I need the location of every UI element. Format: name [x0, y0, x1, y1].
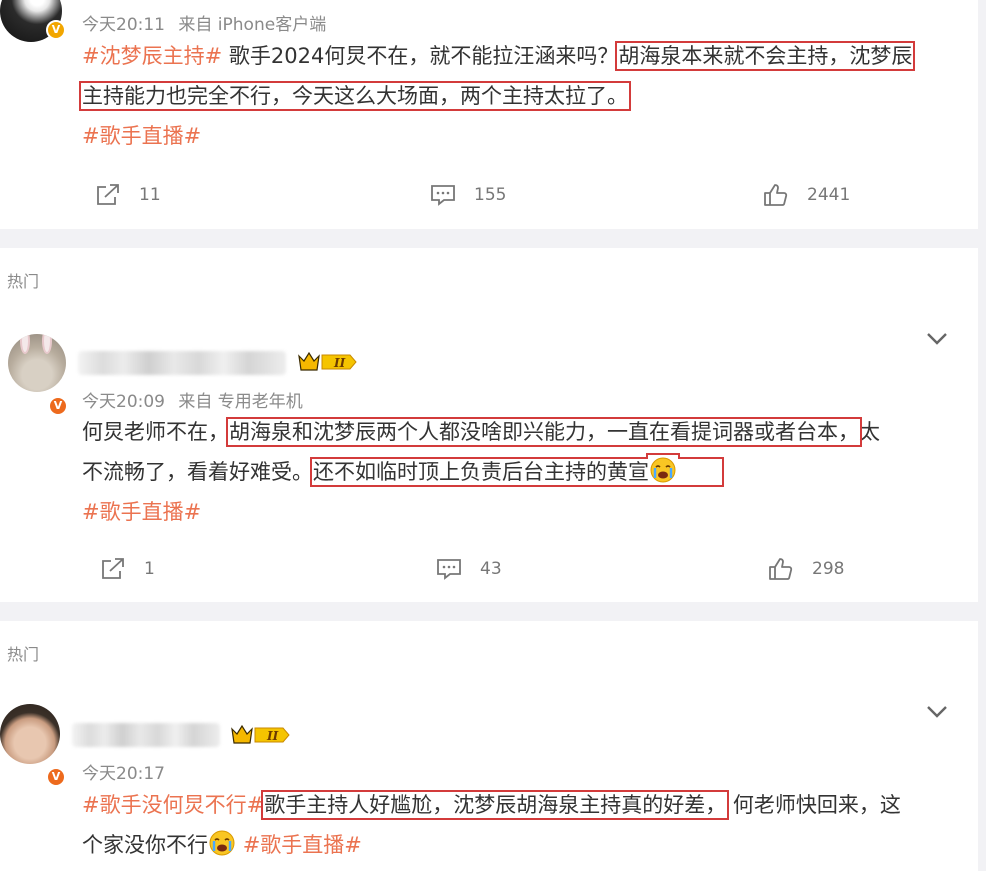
crown-icon: II — [231, 724, 290, 744]
comment-button[interactable]: 155 — [430, 183, 506, 207]
sob-emoji — [209, 830, 235, 856]
comment-text-segment: 个家没你不行 — [82, 833, 208, 857]
comment-count: 43 — [480, 559, 502, 579]
avatar[interactable] — [8, 334, 66, 392]
username-blurred[interactable] — [72, 723, 220, 747]
sob-emoji — [650, 457, 676, 483]
highlight-box: 胡海泉和沈梦辰两个人都没啥即兴能力，一直在看提词器或者台本， — [226, 417, 862, 447]
repost-button[interactable]: 11 — [95, 183, 161, 207]
comment-count: 155 — [474, 185, 507, 205]
timestamp: 今天20:09 — [82, 392, 165, 412]
comment-icon — [431, 185, 455, 206]
like-button[interactable]: 298 — [768, 557, 844, 581]
topic-link[interactable]: #沈梦辰主持# — [82, 44, 222, 68]
comment-meta: 今天20:09 来自 专用老年机 — [82, 387, 303, 412]
highlight-box: 胡海泉本来就不会主持，沈梦辰 — [615, 41, 916, 71]
repost-count: 1 — [144, 559, 155, 579]
topic-link[interactable]: #歌手直播# — [243, 833, 362, 857]
verified-badge: V — [46, 20, 66, 40]
like-count: 2441 — [807, 185, 851, 205]
comment-card: V 今天20:11 来自 iPhone客户端 #沈梦辰主持# 歌手2024何炅不… — [0, 0, 978, 229]
comment-text: #歌手没何炅不行#歌手主持人好尴尬，沈梦辰胡海泉主持真的好差， 何老师快回来，这… — [82, 785, 954, 865]
comment-text: #沈梦辰主持# 歌手2024何炅不在，就不能拉汪涵来吗？胡海泉本来就不会主持，沈… — [79, 36, 954, 156]
section-label-hot: 热门 — [7, 272, 40, 291]
like-icon — [764, 184, 788, 206]
comment-meta: 今天20:11 来自 iPhone客户端 — [82, 10, 326, 35]
comment-button[interactable]: 43 — [436, 557, 502, 581]
repost-icon — [102, 558, 124, 579]
comment-text-segment: 歌手2024何炅不在，就不能拉汪涵来吗？ — [222, 44, 619, 68]
source: 来自 iPhone客户端 — [178, 15, 327, 35]
highlight-box: 歌手主持人好尴尬，沈梦辰胡海泉主持真的好差， — [261, 790, 730, 820]
vip-level: II — [266, 729, 279, 743]
topic-link[interactable]: #歌手直播# — [82, 500, 201, 524]
verified-badge: V — [48, 396, 68, 416]
repost-button[interactable]: 1 — [100, 557, 155, 581]
action-bar: 1 43 298 — [0, 557, 978, 585]
chevron-down-icon[interactable] — [926, 332, 948, 346]
comment-text-segment: 还不如临时顶上负责后台主持的黄宣 — [313, 460, 649, 484]
comment-meta: 今天20:17 — [82, 759, 165, 784]
topic-link[interactable]: #歌手没何炅不行# — [82, 793, 264, 817]
section-label-hot: 热门 — [7, 645, 40, 664]
highlight-box: 主持能力也完全不行，今天这么大场面，两个主持太拉了。 — [79, 81, 631, 111]
vip-level: II — [333, 356, 346, 370]
comment-icon — [437, 559, 461, 580]
like-button[interactable]: 2441 — [763, 183, 850, 207]
action-bar: 11 155 2441 — [0, 183, 978, 211]
comment-card: 热门 V II 今天20:09 来自 专用老年机 何炅老师不在，胡海泉和沈梦辰两… — [0, 248, 978, 602]
like-icon — [769, 558, 793, 580]
topic-link[interactable]: #歌手直播# — [82, 124, 201, 148]
comment-text-segment: 何老师快回来，这 — [726, 793, 901, 817]
comment-card: 热门 V II 今天20:17 #歌手没何炅不行#歌手主持人好尴尬，沈梦辰胡海泉… — [0, 621, 978, 871]
verified-badge: V — [46, 767, 66, 787]
repost-count: 11 — [139, 185, 161, 205]
username-blurred[interactable] — [78, 351, 286, 375]
repost-icon — [97, 184, 119, 205]
comment-text-segment: 不流畅了，看着好难受。 — [82, 460, 313, 484]
timestamp: 今天20:17 — [82, 764, 165, 784]
comment-text-segment: 太 — [859, 420, 880, 444]
timestamp: 今天20:11 — [82, 15, 165, 35]
source: 来自 专用老年机 — [178, 392, 303, 412]
highlight-box: 还不如临时顶上负责后台主持的黄宣 — [310, 457, 724, 487]
avatar[interactable] — [0, 704, 60, 764]
comment-text-segment: 何炅老师不在， — [82, 420, 229, 444]
like-count: 298 — [812, 559, 845, 579]
crown-icon: II — [298, 351, 357, 371]
chevron-down-icon[interactable] — [926, 705, 948, 719]
comment-text: 何炅老师不在，胡海泉和沈梦辰两个人都没啥即兴能力，一直在看提词器或者台本，太 不… — [82, 412, 954, 532]
